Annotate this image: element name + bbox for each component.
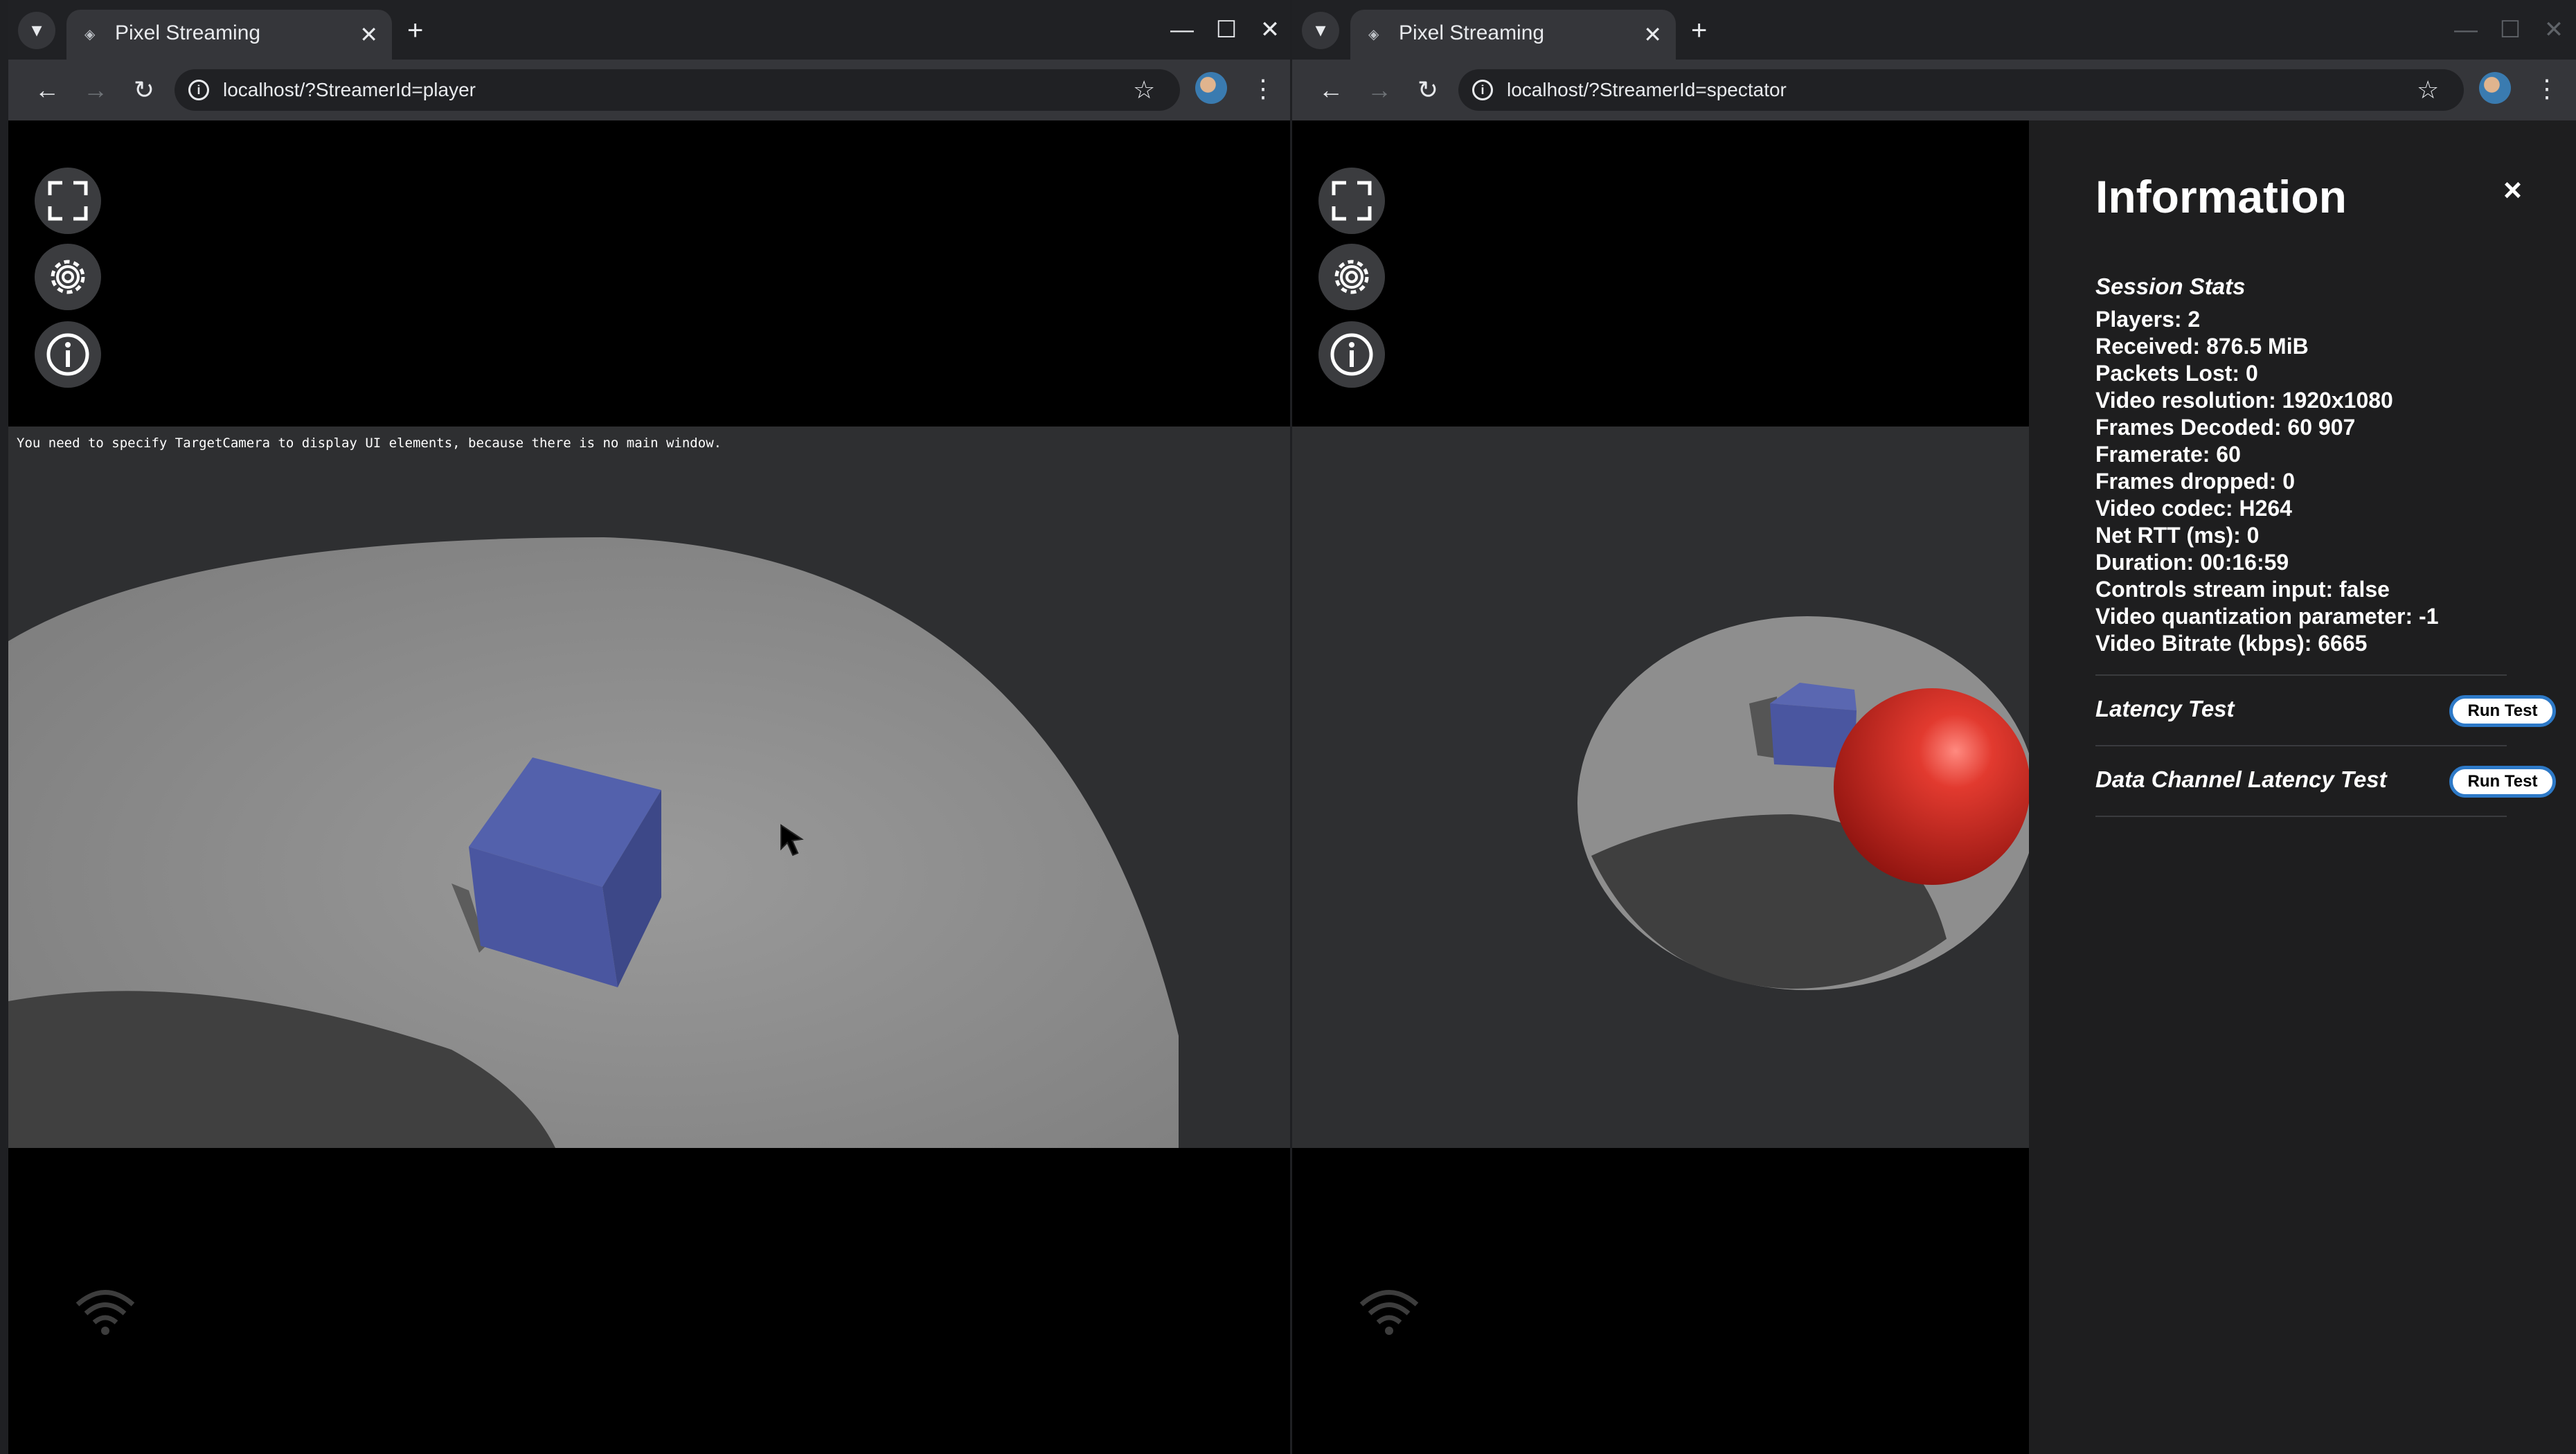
url-text: localhost/?StreamerId=player (223, 79, 476, 100)
divider (2095, 674, 2507, 676)
stream-viewport[interactable]: Information × Session Stats Players: 2 R… (1292, 120, 2576, 1454)
latency-test-label: Latency Test (2095, 696, 2235, 721)
stat-frames-dropped: Frames dropped: 0 (2095, 469, 2296, 494)
connection-strength-icon[interactable] (71, 1284, 140, 1339)
url-text: localhost/?StreamerId=spectator (1507, 79, 1787, 100)
close-panel-icon[interactable]: × (2503, 169, 2522, 210)
scene-warning-text: You need to specify TargetCamera to disp… (17, 436, 722, 451)
tab-title: Pixel Streaming (115, 21, 261, 44)
stat-packets-lost: Packets Lost: 0 (2095, 361, 2258, 386)
maximize-button[interactable]: ☐ (1209, 12, 1244, 47)
tab-search-button[interactable]: ▾ (1302, 12, 1339, 49)
back-button[interactable]: ← (29, 72, 65, 108)
site-info-icon[interactable]: i (1472, 80, 1493, 100)
session-stats-heading: Session Stats (2095, 273, 2246, 299)
bookmark-star-icon[interactable]: ☆ (2417, 75, 2439, 105)
stat-controls-stream-input: Controls stream input: false (2095, 577, 2390, 602)
fullscreen-icon (1332, 181, 1372, 221)
run-latency-test-button[interactable]: Run Test (2449, 695, 2556, 727)
minimize-button[interactable]: — (2449, 12, 2483, 47)
forward-button[interactable]: → (1361, 72, 1397, 108)
stat-video-resolution: Video resolution: 1920x1080 (2095, 388, 2393, 413)
fullscreen-button[interactable] (1318, 168, 1385, 234)
site-info-icon[interactable]: i (188, 80, 209, 100)
reload-button[interactable]: ↻ (1410, 72, 1446, 108)
tab-pixel-streaming[interactable]: ◈ Pixel Streaming ✕ (66, 10, 392, 60)
close-tab-icon[interactable]: ✕ (359, 21, 378, 48)
stream-viewport[interactable]: You need to specify TargetCamera to disp… (8, 120, 1290, 1454)
profile-avatar[interactable] (1195, 72, 1227, 104)
info-button[interactable] (1318, 321, 1385, 388)
tab-bar: ▾ ◈ Pixel Streaming ✕ + — ☐ ✕ (1292, 0, 2576, 60)
maximize-button[interactable]: ☐ (2493, 12, 2528, 47)
close-window-button[interactable]: ✕ (2537, 12, 2571, 47)
back-button[interactable]: ← (1313, 72, 1349, 108)
close-tab-icon[interactable]: ✕ (1643, 21, 1662, 48)
address-bar[interactable]: i localhost/?StreamerId=player ☆ (175, 69, 1180, 111)
connection-strength-icon[interactable] (1354, 1284, 1424, 1339)
stat-video-codec: Video codec: H264 (2095, 496, 2292, 521)
forward-button[interactable]: → (78, 72, 114, 108)
tab-pixel-streaming[interactable]: ◈ Pixel Streaming ✕ (1350, 10, 1676, 60)
session-stats-list: Players: 2 Received: 876.5 MiB Packets L… (2095, 306, 2439, 657)
panel-title: Information (2095, 171, 2347, 222)
browser-window-spectator: ▾ ◈ Pixel Streaming ✕ + — ☐ ✕ ← → ↻ i lo… (1292, 0, 2576, 1454)
video-stream[interactable]: You need to specify TargetCamera to disp… (8, 427, 1290, 1148)
gear-icon (51, 260, 85, 294)
run-data-channel-test-button[interactable]: Run Test (2449, 766, 2556, 798)
bookmark-star-icon[interactable]: ☆ (1133, 75, 1155, 105)
browser-menu-icon[interactable]: ⋮ (1251, 71, 1276, 107)
minimize-button[interactable]: — (1165, 12, 1199, 47)
stat-received: Received: 876.5 MiB (2095, 334, 2309, 359)
stream-frame (8, 427, 1290, 1148)
video-stream[interactable] (1292, 427, 2029, 1148)
new-tab-button[interactable]: + (1691, 14, 1707, 47)
ue-favicon-icon: ◈ (84, 27, 96, 42)
tab-search-button[interactable]: ▾ (18, 12, 55, 49)
tab-bar: ▾ ◈ Pixel Streaming ✕ + — ☐ ✕ (8, 0, 1290, 60)
fullscreen-icon (48, 181, 88, 221)
settings-button[interactable] (1318, 244, 1385, 310)
fullscreen-button[interactable] (35, 168, 101, 234)
new-tab-button[interactable]: + (407, 14, 423, 47)
stat-video-bitrate: Video Bitrate (kbps): 6665 (2095, 631, 2368, 656)
stat-frames-decoded: Frames Decoded: 60 907 (2095, 415, 2356, 440)
reload-button[interactable]: ↻ (126, 72, 162, 108)
address-bar[interactable]: i localhost/?StreamerId=spectator ☆ (1458, 69, 2464, 111)
browser-menu-icon[interactable]: ⋮ (2534, 71, 2559, 107)
close-window-button[interactable]: ✕ (1253, 12, 1287, 47)
info-icon (46, 333, 89, 376)
stream-frame (1292, 427, 2029, 1148)
divider (2095, 745, 2507, 746)
info-button[interactable] (35, 321, 101, 388)
data-channel-latency-test-label: Data Channel Latency Test (2095, 766, 2387, 792)
stat-duration: Duration: 00:16:59 (2095, 550, 2289, 575)
divider (2095, 816, 2507, 817)
stat-video-qp: Video quantization parameter: -1 (2095, 604, 2439, 629)
mouse-cursor-icon (780, 824, 804, 856)
information-panel: Information × Session Stats Players: 2 R… (2029, 120, 2576, 1454)
info-icon (1330, 333, 1373, 376)
browser-window-player: ▾ ◈ Pixel Streaming ✕ + — ☐ ✕ ← → ↻ i lo… (8, 0, 1290, 1454)
ue-favicon-icon: ◈ (1368, 27, 1379, 42)
browser-toolbar: ← → ↻ i localhost/?StreamerId=spectator … (1292, 60, 2576, 120)
browser-toolbar: ← → ↻ i localhost/?StreamerId=player ☆ ⋮ (8, 60, 1290, 120)
profile-avatar[interactable] (2479, 72, 2511, 104)
stat-players: Players: 2 (2095, 307, 2201, 332)
gear-icon (1334, 260, 1369, 294)
stat-net-rtt: Net RTT (ms): 0 (2095, 523, 2260, 548)
tab-title: Pixel Streaming (1399, 21, 1545, 44)
stat-framerate: Framerate: 60 (2095, 442, 2241, 467)
settings-button[interactable] (35, 244, 101, 310)
